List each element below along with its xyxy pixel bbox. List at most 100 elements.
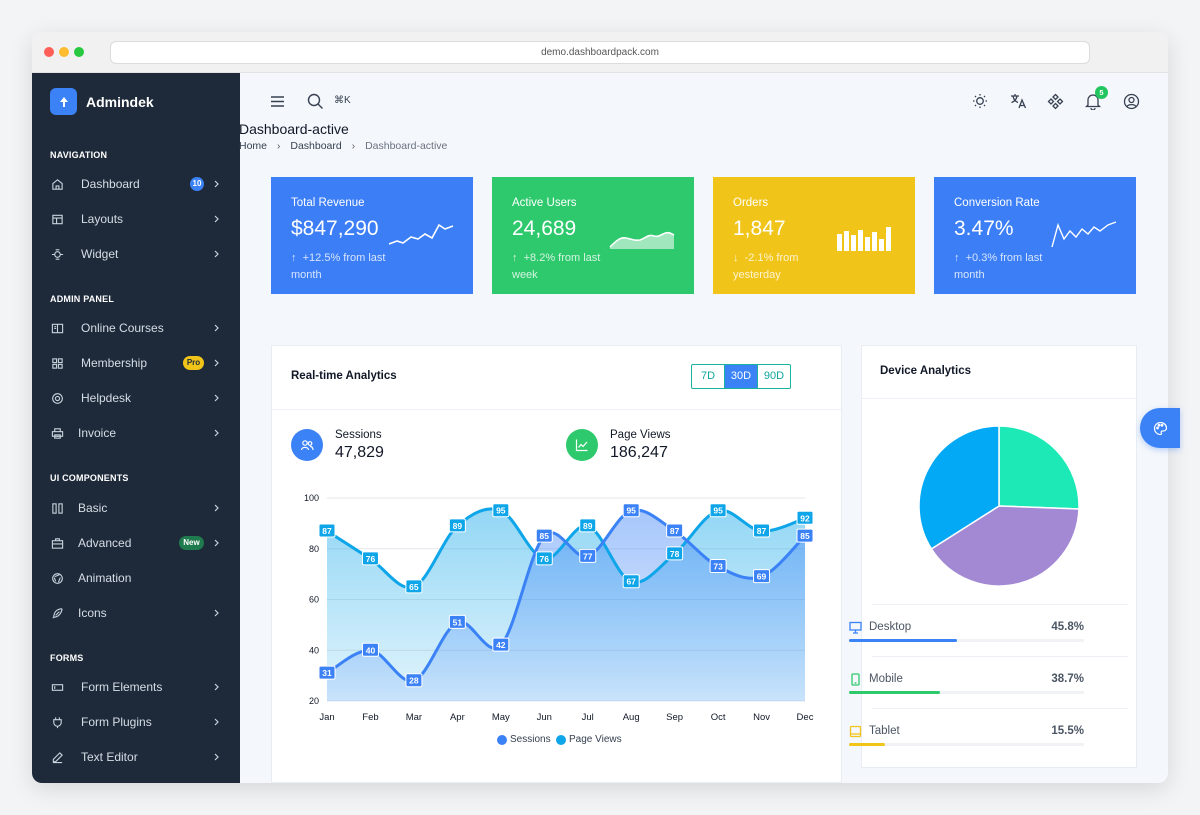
x-tick-label: Jan — [319, 712, 334, 723]
sessions-label: Sessions — [335, 429, 382, 441]
bar-sparkline-chart — [837, 227, 891, 251]
sparkline-chart — [388, 223, 454, 245]
sidebar-item-advanced[interactable]: Advanced New — [50, 532, 222, 554]
pageviews-value: 186,247 — [610, 444, 668, 461]
menu-toggle-icon[interactable] — [269, 93, 285, 109]
widget-icon — [50, 247, 64, 261]
address-bar[interactable]: demo.dashboardpack.com — [110, 41, 1090, 64]
range-90d-button[interactable]: 90D — [757, 365, 790, 388]
sidebar-item-online-courses[interactable]: Online Courses — [50, 317, 222, 339]
sidebar-item-invoice[interactable]: Invoice — [50, 422, 222, 444]
stat-card-orders[interactable]: Orders 1,847 ↓ -2.1% from yesterday — [713, 177, 915, 294]
sidebar-item-dashboard[interactable]: Dashboard 10 — [50, 173, 222, 195]
home-icon — [50, 177, 64, 191]
device-percent: 45.8% — [1051, 621, 1084, 633]
translate-icon[interactable] — [1009, 92, 1027, 110]
section-ui-components: UI COMPONENTS — [50, 473, 129, 483]
x-tick-label: Oct — [711, 712, 726, 723]
search-icon[interactable] — [306, 92, 324, 110]
data-label: 31 — [322, 668, 332, 678]
sidebar-item-label: Invoice — [78, 426, 117, 440]
chevron-right-icon — [214, 394, 219, 402]
divider — [862, 398, 1136, 399]
divider — [872, 708, 1128, 709]
chevron-right-icon — [214, 180, 219, 188]
data-label: 85 — [800, 531, 810, 541]
chevron-right-icon — [214, 359, 219, 367]
data-label: 51 — [453, 617, 463, 627]
divider — [872, 604, 1128, 605]
logo-icon — [50, 88, 77, 115]
user-circle-icon[interactable] — [1122, 92, 1140, 110]
minimize-dot[interactable] — [59, 47, 69, 57]
maximize-dot[interactable] — [74, 47, 84, 57]
stat-value: 1,847 — [733, 217, 786, 240]
x-tick-label: May — [492, 712, 510, 723]
stat-change: ↑ +8.2% from last week — [512, 252, 601, 281]
chevron-right-icon — [214, 324, 219, 332]
sidebar-item-widget[interactable]: Widget — [50, 243, 222, 265]
device-label: Mobile — [869, 673, 903, 685]
legend-item-pageviews[interactable]: Page Views — [556, 734, 622, 745]
sidebar-item-text-editor[interactable]: Text Editor — [50, 746, 222, 768]
legend-swatch — [556, 734, 566, 745]
sidebar-item-label: Animation — [78, 571, 132, 585]
breadcrumb-dashboard[interactable]: Dashboard — [290, 140, 341, 152]
apps-icon[interactable] — [1046, 92, 1064, 110]
stat-change: ↑ +12.5% from last month — [291, 252, 386, 281]
analytics-title: Real-time Analytics — [291, 370, 397, 382]
sidebar-item-animation[interactable]: Animation — [50, 567, 222, 589]
monitor-icon — [849, 621, 862, 634]
close-dot[interactable] — [44, 47, 54, 57]
chevron-right-icon — [214, 429, 219, 437]
sidebar-item-label: Helpdesk — [81, 391, 132, 405]
sidebar-item-basic[interactable]: Basic — [50, 497, 222, 519]
progress-fill — [849, 639, 957, 642]
sessions-value: 47,829 — [335, 444, 384, 461]
stat-card-revenue[interactable]: Total Revenue $847,290 ↑ +12.5% from las… — [271, 177, 473, 294]
stat-card-conversion[interactable]: Conversion Rate 3.47% ↑ +0.3% from last … — [934, 177, 1136, 294]
theme-customizer-button[interactable] — [1140, 408, 1180, 448]
brand[interactable]: Admindek — [50, 88, 154, 115]
range-30d-button[interactable]: 30D — [724, 365, 757, 388]
search-shortcut: ⌘K — [334, 95, 351, 106]
arrow-down-icon: ↓ — [733, 252, 745, 264]
data-label: 87 — [670, 526, 680, 536]
printer-icon — [50, 426, 64, 440]
sidebar-item-icons[interactable]: Icons — [50, 602, 222, 624]
breadcrumb-home[interactable]: Home — [239, 140, 267, 152]
legend-item-sessions[interactable]: Sessions — [497, 734, 551, 745]
progress-track — [849, 639, 1084, 642]
sidebar-item-form-elements[interactable]: Form Elements — [50, 676, 222, 698]
section-navigation: NAVIGATION — [50, 150, 108, 160]
data-label: 76 — [540, 554, 550, 564]
users-icon — [50, 356, 64, 370]
data-label: 95 — [713, 506, 723, 516]
stat-card-active-users[interactable]: Active Users 24,689 ↑ +8.2% from last we… — [492, 177, 694, 294]
y-tick-label: 40 — [309, 645, 319, 655]
sidebar-item-form-plugins[interactable]: Form Plugins — [50, 711, 222, 733]
range-7d-button[interactable]: 7D — [692, 365, 724, 388]
chevron-right-icon — [214, 504, 219, 512]
x-tick-label: Dec — [797, 712, 814, 723]
sun-icon[interactable] — [971, 92, 989, 110]
data-label: 69 — [757, 572, 767, 582]
plug-icon — [50, 715, 64, 729]
device-label: Desktop — [869, 621, 912, 633]
progress-fill — [849, 743, 886, 746]
sidebar-item-membership[interactable]: Membership Pro — [50, 352, 222, 374]
progress-track — [849, 691, 1084, 694]
sidebar-item-layouts[interactable]: Layouts — [50, 208, 222, 230]
chevron-right-icon — [214, 539, 219, 547]
analytics-chart: 20 40 60 80 100 Jan Feb Mar Apr May Jun Jul Aug Sep Oc… — [304, 493, 814, 723]
sidebar-item-helpdesk[interactable]: Helpdesk — [50, 387, 222, 409]
app-name: Admindek — [86, 93, 154, 110]
pie-slice-teal[interactable] — [998, 425, 1080, 510]
stat-label: Orders — [733, 197, 769, 209]
progress-track — [849, 743, 1084, 746]
section-admin-panel: ADMIN PANEL — [50, 294, 115, 304]
page-title: Dashboard-active — [239, 121, 349, 137]
chevron-right-icon — [214, 753, 219, 761]
chevron-right-icon — [214, 718, 219, 726]
x-tick-label: Nov — [753, 712, 770, 723]
